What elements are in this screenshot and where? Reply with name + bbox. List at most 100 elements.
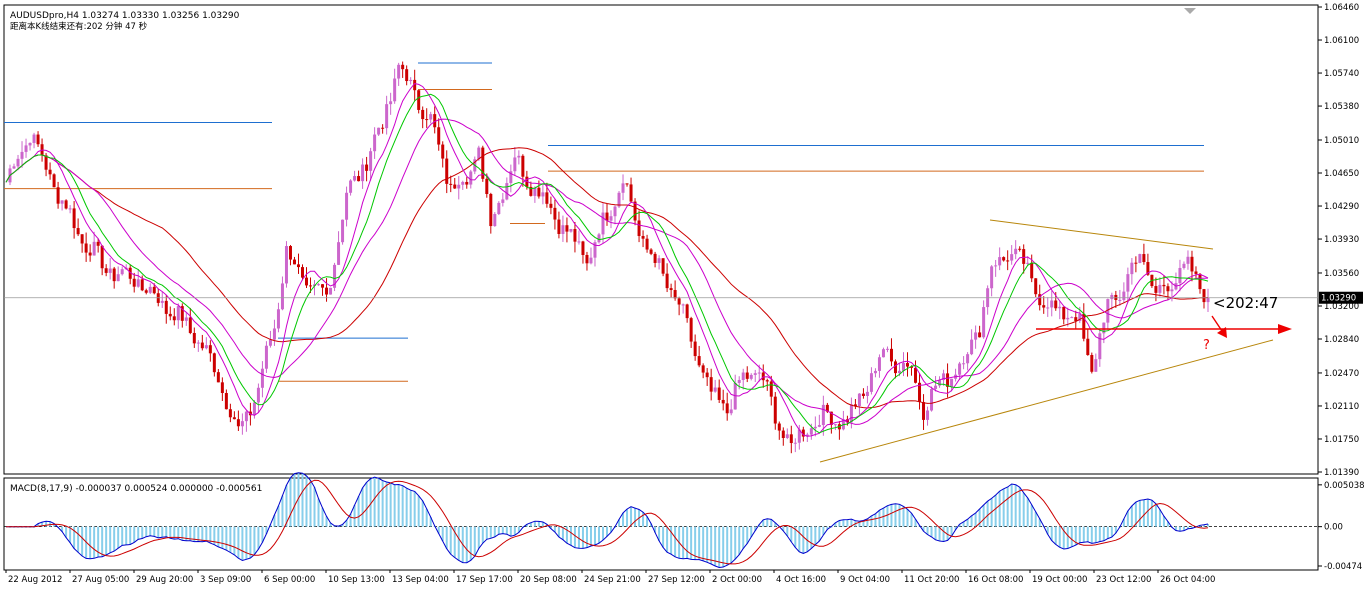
- macd-histogram-bar: [149, 526, 152, 536]
- candle-body: [517, 155, 521, 158]
- macd-histogram-bar: [1086, 526, 1089, 542]
- candle-body: [625, 183, 629, 185]
- candle-body: [272, 328, 276, 340]
- time-tick-label: 20 Sep 08:00: [520, 575, 577, 585]
- candle-body: [268, 339, 272, 346]
- candle-body: [276, 309, 280, 329]
- candle-body: [789, 434, 793, 444]
- candle-body: [264, 345, 268, 369]
- candle-body: [777, 423, 781, 431]
- macd-histogram-bar: [1178, 526, 1181, 532]
- time-tick-label: 24 Sep 21:00: [584, 575, 641, 585]
- macd-histogram-bar: [157, 526, 160, 538]
- candle-body: [813, 426, 817, 429]
- macd-histogram-bar: [417, 495, 420, 527]
- candle-body: [36, 134, 40, 145]
- chart-window[interactable]: 1.06460 1.06100 1.05740 1.05380 1.05010 1.046…: [0, 0, 1366, 589]
- macd-histogram-bar: [894, 503, 897, 527]
- macd-histogram-bar: [161, 526, 164, 538]
- candle-body: [833, 424, 837, 426]
- candle-body: [914, 367, 918, 383]
- candle-body: [68, 208, 72, 210]
- macd-histogram-bar: [89, 526, 92, 559]
- candle-body: [665, 273, 669, 289]
- price-chart[interactable]: 1.06460 1.06100 1.05740 1.05380 1.05010 1.046…: [0, 0, 1366, 589]
- candle-body: [1090, 355, 1094, 372]
- macd-histogram-bar: [726, 526, 729, 566]
- time-tick-label: 27 Aug 05:00: [72, 575, 129, 585]
- macd-histogram-bar: [449, 526, 452, 555]
- candle-body: [609, 216, 613, 221]
- candle-body: [56, 187, 60, 204]
- candle-body: [256, 387, 260, 403]
- macd-histogram-bar: [601, 526, 604, 541]
- macd-histogram-bar: [642, 512, 645, 527]
- candle-body: [1006, 260, 1010, 262]
- candle-body: [12, 166, 16, 169]
- candle-body: [861, 393, 865, 397]
- candle-body: [445, 158, 449, 184]
- candle-body: [889, 348, 893, 362]
- candle-body: [934, 385, 938, 389]
- macd-histogram-bar: [694, 526, 697, 560]
- time-tick-label: 6 Sep 00:00: [264, 575, 315, 585]
- candle-body: [305, 277, 308, 286]
- macd-histogram-bar: [141, 526, 144, 539]
- macd-histogram-bar: [533, 521, 536, 527]
- macd-histogram-bar: [942, 526, 945, 542]
- candle-body: [469, 171, 473, 185]
- candle-body: [1030, 262, 1034, 279]
- macd-histogram-bar: [698, 526, 701, 560]
- candle-body: [373, 134, 377, 152]
- candle-body: [252, 402, 256, 416]
- candle-body: [637, 220, 641, 237]
- macd-histogram-bar: [802, 526, 805, 554]
- macd-histogram-bar: [481, 526, 484, 544]
- macd-histogram-bar: [249, 526, 252, 559]
- candle-body: [950, 378, 954, 387]
- macd-histogram-bar: [890, 504, 893, 527]
- candle-body: [1134, 262, 1138, 264]
- macd-histogram-bar: [622, 513, 625, 527]
- candle-body: [705, 372, 709, 378]
- candle-body: [817, 425, 821, 427]
- candle-body: [661, 258, 665, 274]
- macd-histogram-bar: [818, 526, 821, 542]
- candle-body: [994, 265, 998, 267]
- macd-tick-label: 0.005038: [1324, 481, 1365, 491]
- candle-body: [893, 361, 897, 374]
- time-tick-label: 10 Sep 13:00: [328, 575, 385, 585]
- candle-body: [461, 181, 465, 185]
- price-tick-label: 1.02110: [1324, 402, 1359, 412]
- candle-body: [601, 212, 605, 235]
- candle-body: [581, 241, 585, 255]
- candle-body: [513, 157, 517, 172]
- macd-title: MACD(8,17,9) -0.000037 0.000524 0.000000…: [10, 484, 262, 494]
- candle-body: [793, 442, 797, 444]
- candle-body: [865, 391, 869, 397]
- macd-histogram-bar: [842, 519, 845, 527]
- candle-body: [212, 353, 216, 373]
- candle-body: [377, 127, 381, 135]
- macd-histogram-bar: [457, 526, 460, 561]
- macd-histogram-bar: [1058, 526, 1061, 548]
- time-tick-label: 19 Oct 00:00: [1032, 575, 1087, 585]
- candle-body: [104, 268, 108, 273]
- candle-body: [922, 402, 926, 420]
- macd-histogram-bar: [281, 495, 284, 527]
- chart-title: AUDUSDpro,H4 1.03274 1.03330 1.03256 1.0…: [10, 11, 240, 21]
- macd-histogram-bar: [253, 526, 256, 555]
- price-tick-label: 1.06460: [1324, 3, 1359, 13]
- macd-histogram-bar: [405, 488, 408, 527]
- macd-histogram-bar: [1094, 526, 1097, 543]
- candle-body: [224, 393, 228, 410]
- macd-histogram-bar: [177, 526, 180, 539]
- candle-body: [100, 245, 104, 269]
- macd-histogram-bar: [153, 526, 156, 537]
- macd-histogram-bar: [313, 487, 316, 527]
- price-tick-label: 1.03560: [1324, 269, 1359, 279]
- candle-body: [930, 388, 934, 411]
- candle-body: [164, 300, 168, 314]
- macd-histogram-bar: [385, 482, 388, 527]
- macd-histogram-bar: [1030, 504, 1033, 527]
